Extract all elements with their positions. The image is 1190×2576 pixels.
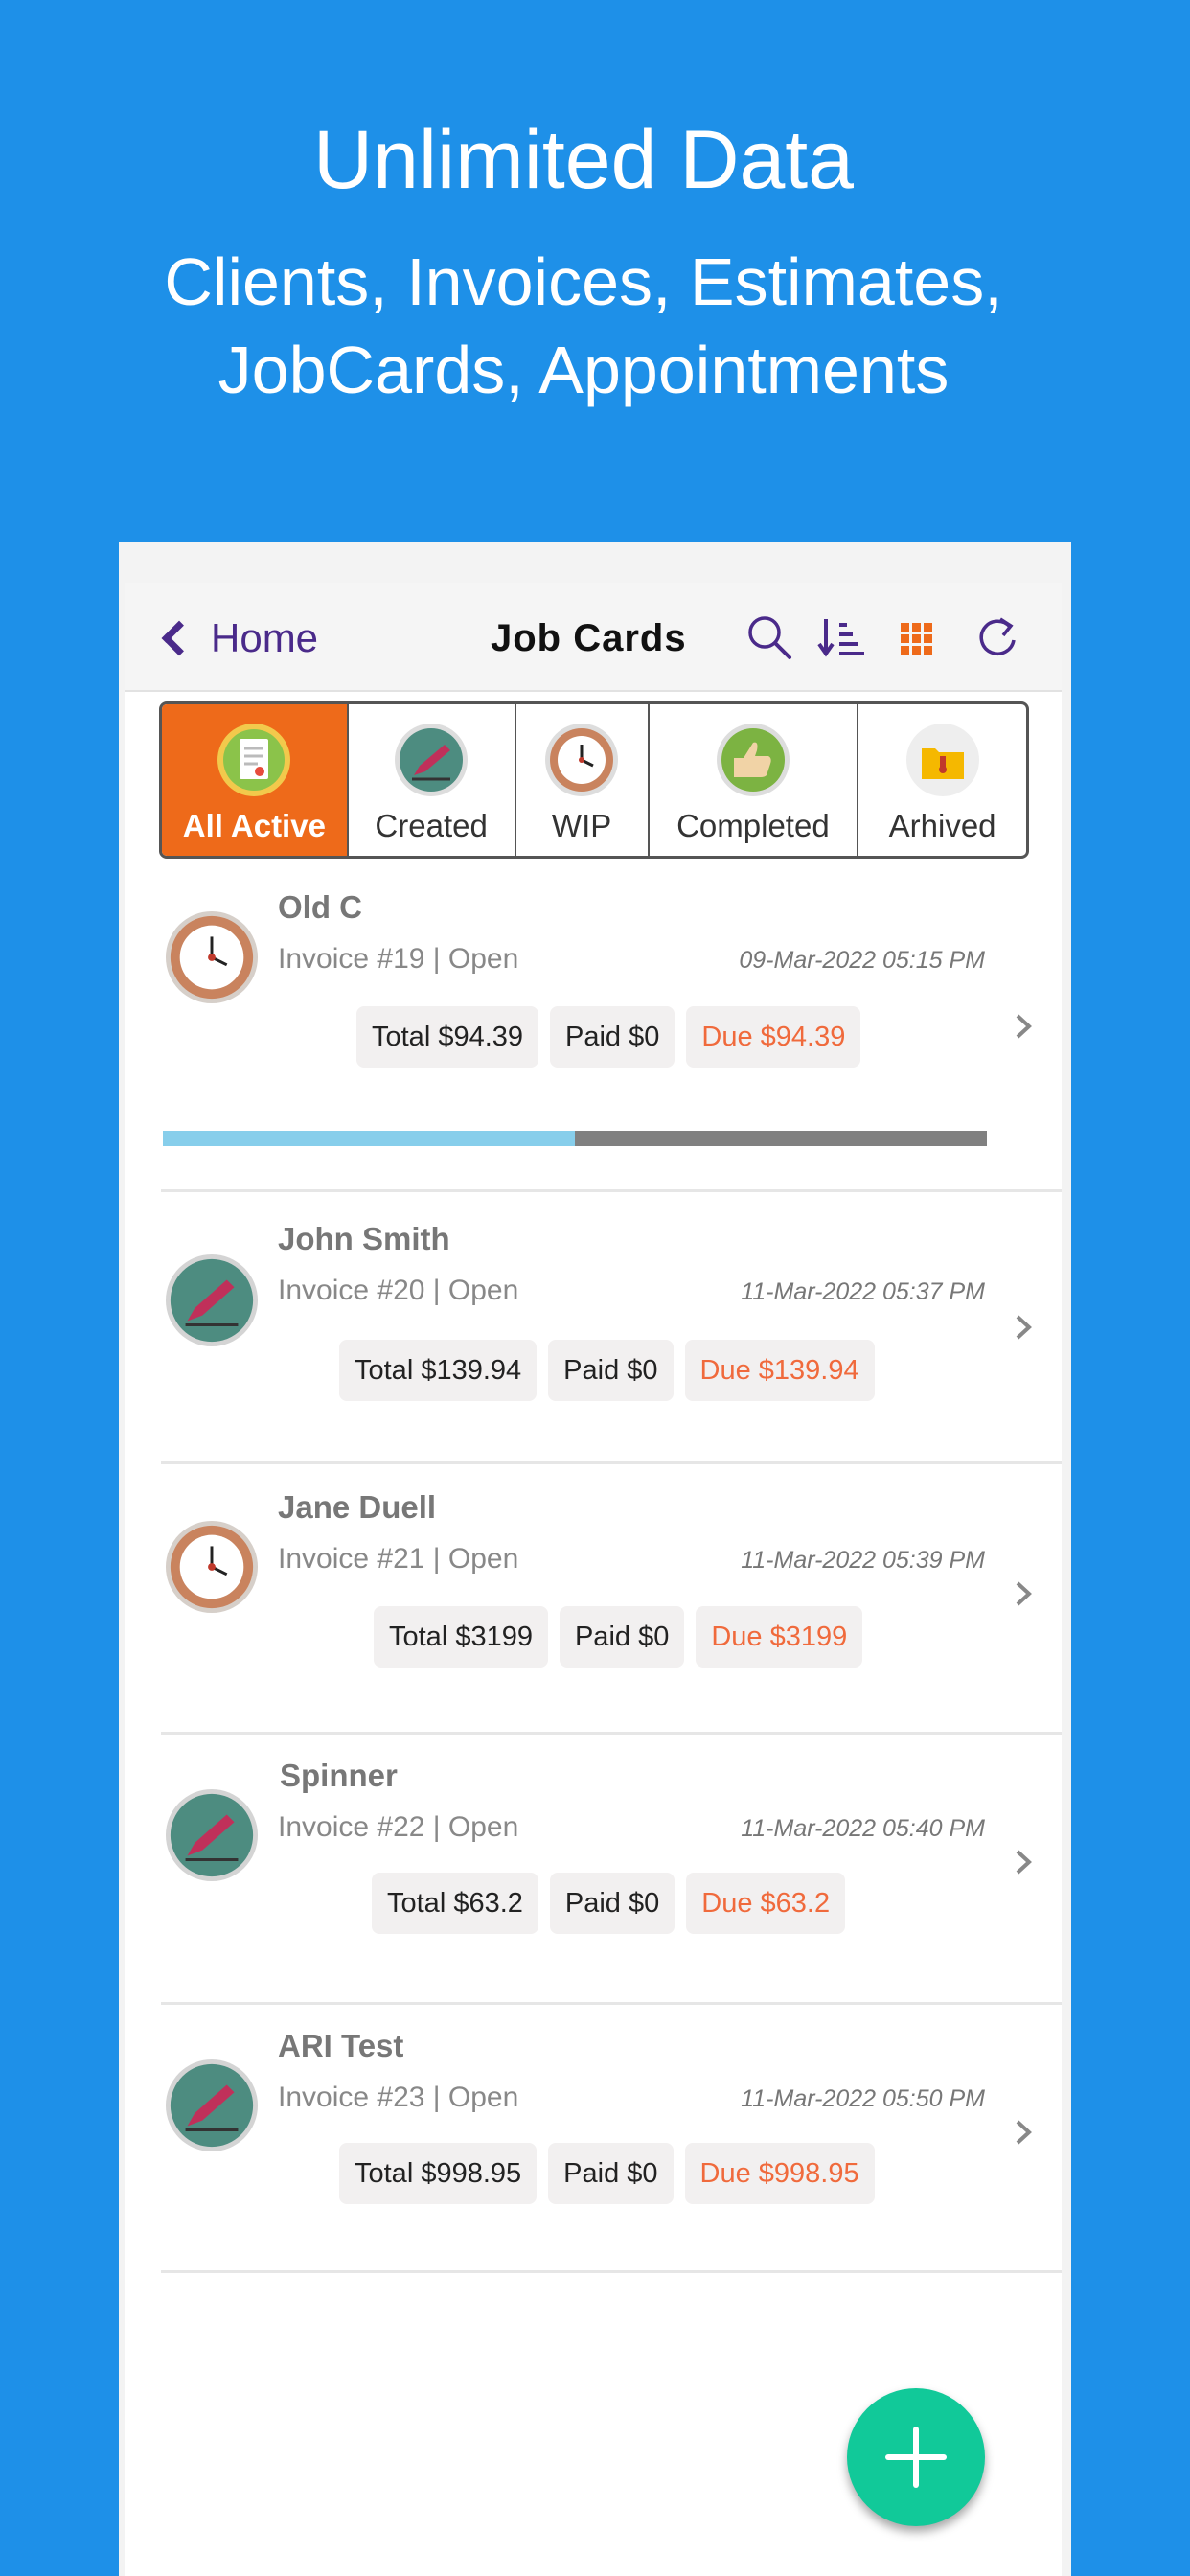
pencil-icon <box>165 1788 259 1882</box>
job-date: 11-Mar-2022 05:40 PM <box>741 1815 985 1842</box>
grid-icon[interactable] <box>891 611 943 663</box>
due-amount: Due $94.39 <box>686 1006 861 1068</box>
pencil-icon <box>165 1254 259 1347</box>
amount-pills: Total $139.94 Paid $0 Due $139.94 <box>339 1340 875 1401</box>
promo-subtitle: Clients, Invoices, Estimates, JobCards, … <box>0 238 1167 414</box>
promo-subtitle-line1: Clients, Invoices, Estimates, <box>164 244 1003 319</box>
job-card-item[interactable]: John Smith Invoice #20 | Open 11-Mar-202… <box>161 1194 1062 1464</box>
back-home-label: Home <box>211 615 319 660</box>
total-amount: Total $998.95 <box>339 2143 538 2204</box>
phone-frame: Home Job Cards All Active Created WIP Co… <box>119 542 1071 2576</box>
paid-amount: Paid $0 <box>548 1340 674 1401</box>
invoice-status: Invoice #20 | Open <box>278 1275 519 1306</box>
invoice-status: Invoice #23 | Open <box>278 2082 519 2113</box>
client-name: Spinner <box>280 1758 398 1793</box>
due-amount: Due $139.94 <box>684 1340 875 1401</box>
chevron-right-icon[interactable] <box>1010 1012 1039 1041</box>
total-amount: Total $63.2 <box>372 1873 538 1934</box>
due-amount: Due $998.95 <box>684 2143 875 2204</box>
promo-title: Unlimited Data <box>313 114 854 206</box>
job-date: 11-Mar-2022 05:37 PM <box>741 1278 985 1305</box>
tab-archived[interactable]: Arhived <box>858 704 1026 856</box>
chevron-right-icon[interactable] <box>1010 1313 1039 1342</box>
clock-icon <box>545 724 619 796</box>
due-amount: Due $63.2 <box>686 1873 846 1934</box>
client-name: Jane Duell <box>278 1489 437 1525</box>
job-date: 09-Mar-2022 05:15 PM <box>739 947 985 974</box>
amount-pills: Total $998.95 Paid $0 Due $998.95 <box>339 2143 875 2204</box>
back-home-button[interactable]: Home <box>155 611 318 665</box>
progress-fill <box>163 1131 575 1146</box>
progress-bar <box>163 1131 987 1146</box>
chevron-left-icon <box>161 620 197 656</box>
invoice-status: Invoice #22 | Open <box>278 1811 519 1843</box>
search-icon[interactable] <box>744 611 795 663</box>
add-job-button[interactable] <box>847 2388 985 2526</box>
refresh-icon[interactable] <box>972 611 1023 663</box>
tab-label: WIP <box>551 808 612 843</box>
paid-amount: Paid $0 <box>559 1606 685 1668</box>
chevron-right-icon[interactable] <box>1010 1848 1039 1876</box>
invoice-status: Invoice #19 | Open <box>278 943 519 975</box>
amount-pills: Total $63.2 Paid $0 Due $63.2 <box>372 1873 846 1934</box>
job-card-item[interactable]: Old C Invoice #19 | Open 09-Mar-2022 05:… <box>161 868 1062 1192</box>
archive-folder-icon <box>905 724 979 796</box>
pencil-icon <box>395 724 469 796</box>
pencil-icon <box>165 2058 259 2152</box>
tab-created[interactable]: Created <box>349 704 516 856</box>
job-card-item[interactable]: Spinner Invoice #22 | Open 11-Mar-2022 0… <box>161 1736 1062 2005</box>
chevron-right-icon[interactable] <box>1010 2118 1039 2147</box>
page-title: Job Cards <box>491 617 687 659</box>
amount-pills: Total $3199 Paid $0 Due $3199 <box>374 1606 863 1668</box>
tab-label: Created <box>375 808 488 843</box>
app-screen: Home Job Cards All Active Created WIP Co… <box>125 583 1062 2576</box>
tab-label: All Active <box>182 808 326 843</box>
job-card-item[interactable]: ARI Test Invoice #23 | Open 11-Mar-2022 … <box>161 2007 1062 2273</box>
thumbs-up-icon <box>716 724 790 796</box>
job-date: 11-Mar-2022 05:39 PM <box>741 1547 985 1574</box>
due-amount: Due $3199 <box>696 1606 863 1668</box>
promo-subtitle-line2: JobCards, Appointments <box>217 333 950 407</box>
clock-icon <box>165 1520 259 1614</box>
paid-amount: Paid $0 <box>548 2143 674 2204</box>
job-date: 11-Mar-2022 05:50 PM <box>741 2085 985 2112</box>
client-name: John Smith <box>278 1221 450 1256</box>
total-amount: Total $94.39 <box>356 1006 539 1068</box>
tab-all-active[interactable]: All Active <box>162 704 349 856</box>
clock-icon <box>165 910 259 1004</box>
total-amount: Total $3199 <box>374 1606 548 1668</box>
paid-amount: Paid $0 <box>549 1873 675 1934</box>
amount-pills: Total $94.39 Paid $0 Due $94.39 <box>356 1006 861 1068</box>
client-name: ARI Test <box>278 2028 404 2063</box>
total-amount: Total $139.94 <box>339 1340 538 1401</box>
plus-icon <box>885 2426 947 2488</box>
sort-icon[interactable] <box>816 611 868 663</box>
invoice-status: Invoice #21 | Open <box>278 1543 519 1575</box>
tab-wip[interactable]: WIP <box>516 704 650 856</box>
app-header: Home Job Cards <box>125 583 1062 692</box>
chevron-right-icon[interactable] <box>1010 1579 1039 1608</box>
paid-amount: Paid $0 <box>550 1006 675 1068</box>
tab-completed[interactable]: Completed <box>650 704 859 856</box>
checklist-icon <box>217 724 291 796</box>
tab-label: Completed <box>676 808 830 843</box>
job-card-item[interactable]: Jane Duell Invoice #21 | Open 11-Mar-202… <box>161 1466 1062 1735</box>
status-tabs: All Active Created WIP Completed Arhived <box>159 702 1029 859</box>
tab-label: Arhived <box>888 808 996 843</box>
client-name: Old C <box>278 889 362 925</box>
